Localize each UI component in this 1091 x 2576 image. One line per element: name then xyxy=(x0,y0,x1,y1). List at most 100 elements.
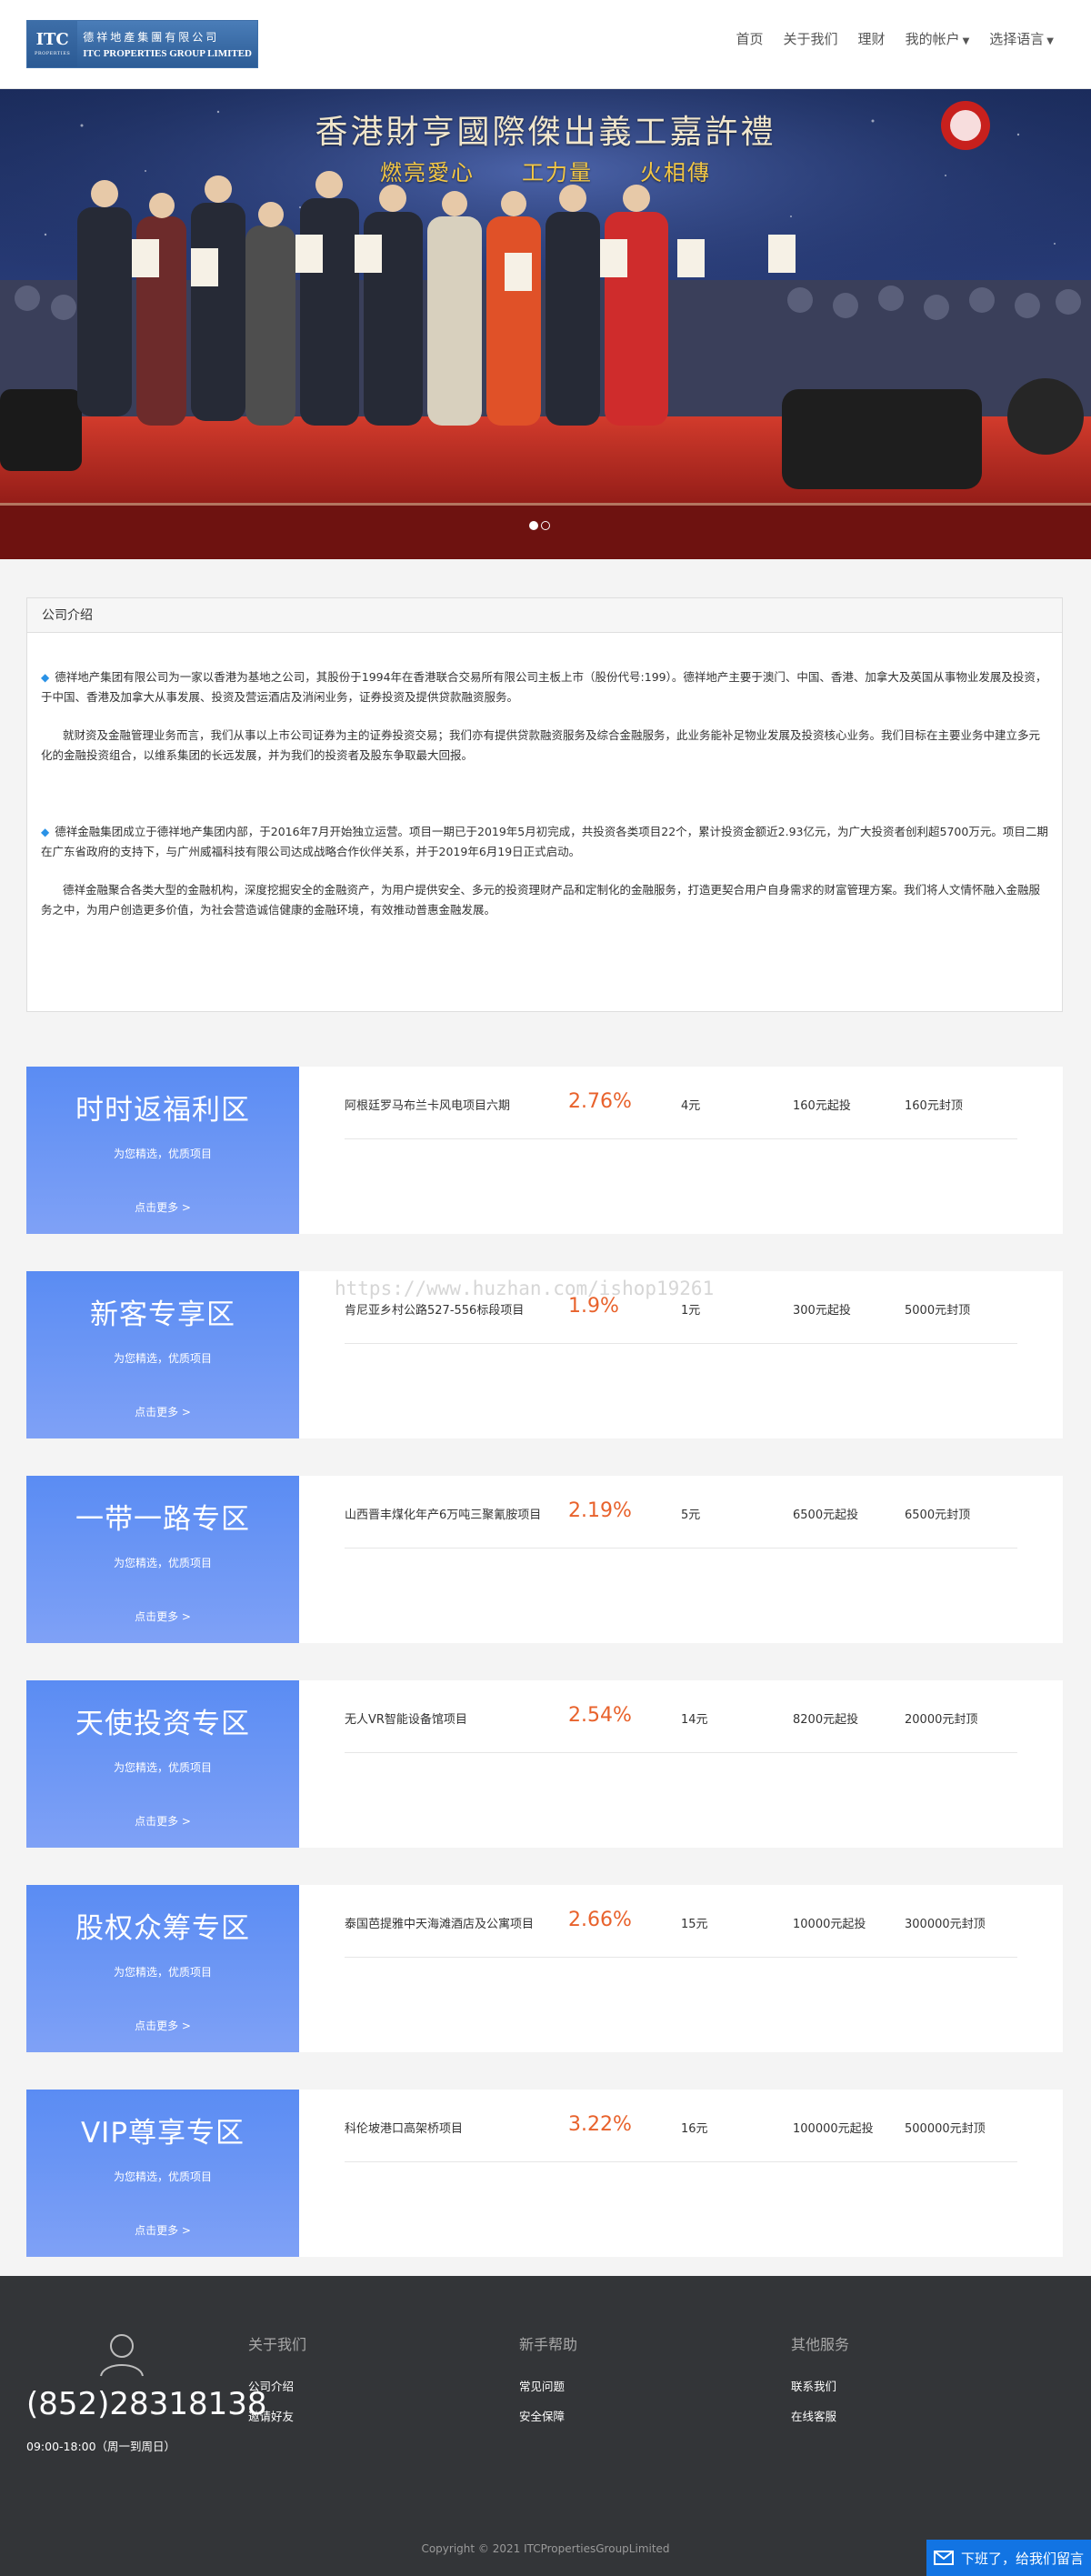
product-rate: 2.66% xyxy=(568,1909,632,1931)
product-rate: 2.19% xyxy=(568,1499,632,1522)
leave-message-button[interactable]: 下班了，给我们留言 xyxy=(926,2540,1091,2576)
product-unit: 4元 xyxy=(681,1099,701,1113)
footer-column-title: 其他服务 xyxy=(791,2336,850,2353)
zone-title: 新客专享区 xyxy=(90,1298,235,1331)
footer-link-faq[interactable]: 常见问题 xyxy=(519,2377,577,2394)
zone-card: 时时返福利区 为您精选，优质项目 点击更多 > 阿根廷罗马布兰卡风电项目六期 2… xyxy=(26,1067,1063,1234)
company-intro-panel: 公司介绍 ◆ 德祥地产集团有限公司为一家以香港为基地之公司，其股份于1994年在香… xyxy=(26,597,1063,1012)
zone-title: VIP尊享专区 xyxy=(80,2117,245,2150)
carousel-dot-1[interactable] xyxy=(529,521,538,530)
product-row[interactable]: 山西晋丰煤化年产6万吨三聚氰胺项目 2.19% 5元 6500元起投 6500元… xyxy=(345,1498,1017,1549)
footer-link-security[interactable]: 安全保障 xyxy=(519,2407,577,2424)
zone-more-link[interactable]: 点击更多 > xyxy=(26,1813,299,1829)
product-row[interactable]: 科伦坡港口高架桥项目 3.22% 16元 100000元起投 500000元封顶 xyxy=(345,2111,1017,2162)
product-min-invest: 100000元起投 xyxy=(793,2122,874,2136)
top-navbar: ITC PROPERTIES 德祥地產集團有限公司 ITC PROPERTIES… xyxy=(0,0,1091,89)
zone-slogan: 为您精选，优质项目 xyxy=(113,1966,212,1979)
product-min-invest: 300元起投 xyxy=(793,1304,851,1318)
product-row[interactable]: 阿根廷罗马布兰卡风电项目六期 2.76% 4元 160元起投 160元封顶 xyxy=(345,1088,1017,1139)
footer-link-invite[interactable]: 邀请好友 xyxy=(248,2407,306,2424)
product-title[interactable]: 山西晋丰煤化年产6万吨三聚氰胺项目 xyxy=(345,1505,541,1522)
footer-column-help: 新手帮助 常见问题 安全保障 xyxy=(519,2332,577,2437)
product-rate: 2.76% xyxy=(568,1090,632,1113)
diamond-icon: ◆ xyxy=(41,671,50,684)
nav-about-label: 关于我们 xyxy=(783,31,838,47)
company-logo[interactable]: ITC PROPERTIES 德祥地產集團有限公司 ITC PROPERTIES… xyxy=(26,20,258,68)
service-hours: 09:00-18:00（周一到周日） xyxy=(26,2440,176,2453)
nav-my-account-label: 我的帐户 xyxy=(905,31,960,47)
mail-icon xyxy=(926,2551,961,2565)
product-min-invest: 160元起投 xyxy=(793,1099,851,1113)
user-icon xyxy=(100,2334,144,2377)
zone-slogan: 为您精选，优质项目 xyxy=(113,1352,212,1365)
zone-slogan: 为您精选，优质项目 xyxy=(113,2170,212,2183)
nav-finance[interactable]: 理财 xyxy=(848,27,896,54)
zone-card: 股权众筹专区 为您精选，优质项目 点击更多 > 泰国芭提雅中天海滩酒店及公寓项目… xyxy=(26,1885,1063,2052)
intro-paragraph-text: 德祥金融集团成立于德祥地产集团内部，于2016年7月开始独立运营。项目一期已于2… xyxy=(41,825,1048,858)
site-footer: (852)28318138 09:00-18:00（周一到周日） 关于我们 公司… xyxy=(0,2276,1091,2576)
nav-my-account[interactable]: 我的帐户 ▼ xyxy=(896,27,980,54)
zone-banner: 新客专享区 为您精选，优质项目 点击更多 > xyxy=(26,1271,299,1438)
product-rate: 2.54% xyxy=(568,1704,632,1727)
product-title[interactable]: 科伦坡港口高架桥项目 xyxy=(345,2119,463,2136)
carousel-dot-2[interactable] xyxy=(541,521,550,530)
nav-about[interactable]: 关于我们 xyxy=(774,27,848,54)
hero-carousel[interactable]: 香港財亨國際傑出義工嘉許禮 燃亮愛心 工力量 火相傳 xyxy=(0,89,1091,559)
contact-phone: (852)28318138 xyxy=(26,2386,267,2422)
logo-wordmark: 德祥地產集團有限公司 ITC PROPERTIES GROUP LIMITED xyxy=(77,21,257,67)
main-nav: 首页 关于我们 理财 我的帐户 ▼ 选择语言 ▼ xyxy=(726,27,1064,54)
product-cap: 20000元封顶 xyxy=(905,1713,978,1727)
zone-title: 时时返福利区 xyxy=(75,1094,250,1127)
intro-paragraph: 就财资及金融管理业务而言，我们从事以上市公司证券为主的证券投资交易；我们亦有提供… xyxy=(41,728,1041,762)
product-cap: 500000元封顶 xyxy=(905,2122,986,2136)
zone-banner: 股权众筹专区 为您精选，优质项目 点击更多 > xyxy=(26,1885,299,2052)
intro-body: ◆ 德祥地产集团有限公司为一家以香港为基地之公司，其股份于1994年在香港联合交易… xyxy=(27,633,1062,920)
product-row[interactable]: 肯尼亚乡村公路527-556标段项目 1.9% 1元 300元起投 5000元封… xyxy=(345,1293,1017,1344)
zone-more-link[interactable]: 点击更多 > xyxy=(26,1404,299,1419)
product-unit: 15元 xyxy=(681,1918,708,1931)
zone-more-link[interactable]: 点击更多 > xyxy=(26,2018,299,2033)
product-title[interactable]: 肯尼亚乡村公路527-556标段项目 xyxy=(345,1300,524,1318)
zone-more-link[interactable]: 点击更多 > xyxy=(26,2222,299,2238)
nav-finance-label: 理财 xyxy=(857,31,886,47)
zone-banner: VIP尊享专区 为您精选，优质项目 点击更多 > xyxy=(26,2090,299,2257)
zone-more-link[interactable]: 点击更多 > xyxy=(26,1609,299,1624)
product-row[interactable]: 泰国芭提雅中天海滩酒店及公寓项目 2.66% 15元 10000元起投 3000… xyxy=(345,1907,1017,1958)
footer-column-title: 关于我们 xyxy=(248,2336,307,2353)
nav-home-label: 首页 xyxy=(736,31,764,47)
footer-link-contact[interactable]: 联系我们 xyxy=(791,2377,849,2394)
footer-link-company[interactable]: 公司介绍 xyxy=(248,2377,306,2394)
zone-title: 一带一路专区 xyxy=(75,1503,250,1536)
nav-language-label: 选择语言 xyxy=(989,31,1045,47)
zone-slogan: 为您精选，优质项目 xyxy=(113,1761,212,1774)
product-cap: 6500元封顶 xyxy=(905,1509,971,1522)
carousel-indicators xyxy=(529,521,550,530)
logo-mark: ITC PROPERTIES xyxy=(27,21,78,67)
watermark-text: https://www.huzhan.com/ishop19261 xyxy=(335,1278,715,1299)
footer-column-title: 新手帮助 xyxy=(519,2336,578,2353)
product-title[interactable]: 阿根廷罗马布兰卡风电项目六期 xyxy=(345,1096,510,1113)
zone-card: VIP尊享专区 为您精选，优质项目 点击更多 > 科伦坡港口高架桥项目 3.22… xyxy=(26,2090,1063,2257)
intro-paragraph: 德祥金融聚合各类大型的金融机构，深度挖掘安全的金融资产，为用户提供安全、多元的投… xyxy=(41,883,1041,917)
intro-paragraph: ◆ 德祥金融集团成立于德祥地产集团内部，于2016年7月开始独立运营。项目一期已于… xyxy=(41,822,1048,862)
zone-card: 一带一路专区 为您精选，优质项目 点击更多 > 山西晋丰煤化年产6万吨三聚氰胺项… xyxy=(26,1476,1063,1643)
product-rate: 3.22% xyxy=(568,2113,632,2136)
zone-more-link[interactable]: 点击更多 > xyxy=(26,1199,299,1215)
logo-name-cn: 德祥地產集團有限公司 xyxy=(83,31,220,44)
logo-name-en: ITC PROPERTIES GROUP LIMITED xyxy=(83,48,252,59)
product-title[interactable]: 无人VR智能设备馆项目 xyxy=(345,1709,467,1727)
zone-slogan: 为您精选，优质项目 xyxy=(113,1557,212,1569)
product-unit: 16元 xyxy=(681,2122,708,2136)
zone-title: 天使投资专区 xyxy=(75,1708,250,1740)
product-title[interactable]: 泰国芭提雅中天海滩酒店及公寓项目 xyxy=(345,1914,534,1931)
product-row[interactable]: 无人VR智能设备馆项目 2.54% 14元 8200元起投 20000元封顶 xyxy=(345,1702,1017,1753)
nav-language[interactable]: 选择语言 ▼ xyxy=(979,27,1064,54)
product-unit: 14元 xyxy=(681,1713,708,1727)
hero-subtitle: 燃亮愛心 工力量 火相傳 xyxy=(380,160,711,185)
leave-message-label: 下班了，给我们留言 xyxy=(961,2550,1085,2567)
zone-banner: 时时返福利区 为您精选，优质项目 点击更多 > xyxy=(26,1067,299,1234)
logo-mark-text: ITC xyxy=(35,29,69,49)
nav-home[interactable]: 首页 xyxy=(726,27,774,54)
footer-link-online-support[interactable]: 在线客服 xyxy=(791,2407,849,2424)
zone-slogan: 为您精选，优质项目 xyxy=(113,1148,212,1160)
